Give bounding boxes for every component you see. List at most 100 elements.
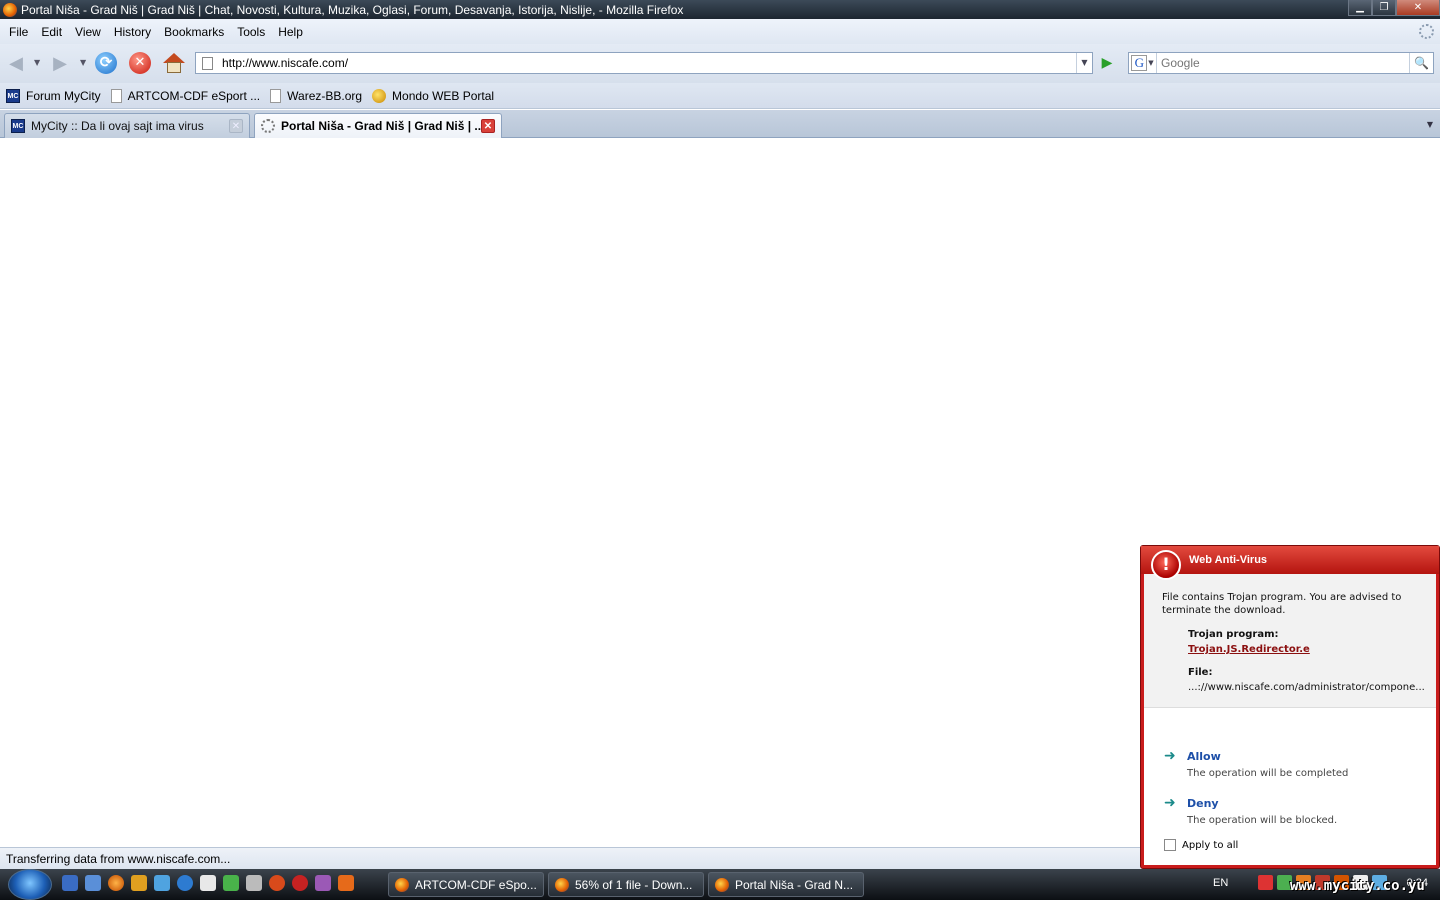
deny-button[interactable]: Deny — [1187, 797, 1337, 810]
mycity-icon: MC — [6, 88, 20, 103]
back-history-dropdown-icon[interactable]: ▼ — [34, 58, 40, 67]
menu-help[interactable]: Help — [272, 25, 309, 39]
loading-icon — [261, 119, 275, 133]
activity-throbber-icon — [1419, 24, 1434, 39]
firefox-icon — [555, 877, 569, 892]
browser-icon[interactable] — [269, 875, 285, 891]
trojan-label: Trojan program: — [1188, 629, 1279, 640]
language-indicator[interactable]: EN — [1213, 877, 1228, 889]
menu-bookmarks[interactable]: Bookmarks — [158, 25, 230, 39]
deny-description: The operation will be blocked. — [1187, 815, 1338, 826]
bookmark-forum-mycity[interactable]: MC Forum MyCity — [6, 88, 101, 103]
menu-history[interactable]: History — [108, 25, 157, 39]
firefox-icon — [395, 877, 409, 892]
stop-button[interactable]: ✕ — [128, 52, 152, 74]
firefox-icon — [715, 877, 729, 892]
contacts-icon[interactable] — [223, 875, 239, 891]
antivirus-body: File contains Trojan program. You are ad… — [1144, 574, 1436, 865]
menu-tools[interactable]: Tools — [231, 25, 271, 39]
show-desktop-icon[interactable] — [62, 875, 78, 891]
menu-bar: File Edit View History Bookmarks Tools H… — [0, 19, 1440, 44]
arrow-right-icon: ➜ — [1164, 795, 1176, 811]
maximize-button[interactable]: ❐ — [1372, 0, 1396, 16]
search-engine-selector[interactable]: G ▼ — [1129, 53, 1157, 73]
task-label: ARTCOM-CDF eSpo... — [415, 877, 537, 892]
window-title: Portal Niša - Grad Niš | Grad Niš | Chat… — [21, 2, 684, 17]
threat-details: Trojan program: Trojan.JS.Redirector.e F… — [1188, 627, 1436, 695]
apply-to-all-option[interactable]: Apply to all — [1164, 839, 1238, 851]
bookmark-label: Mondo WEB Portal — [392, 88, 495, 103]
messenger-icon[interactable] — [154, 875, 170, 891]
quick-launch — [62, 875, 354, 891]
home-button[interactable] — [162, 52, 186, 74]
search-input[interactable] — [1157, 56, 1409, 70]
bookmark-label: Warez-BB.org — [287, 88, 363, 103]
tab-portal-nisa[interactable]: Portal Niša - Grad Niš | Grad Niš | ... … — [254, 113, 502, 138]
chevron-down-icon: ▼ — [1148, 59, 1154, 67]
window-switcher-icon[interactable] — [85, 875, 101, 891]
winamp-icon[interactable] — [131, 875, 147, 891]
tab-list-dropdown-icon[interactable]: ▼ — [1420, 113, 1440, 137]
allow-button[interactable]: Allow — [1187, 750, 1348, 763]
media-icon[interactable] — [246, 875, 262, 891]
forward-history-dropdown-icon[interactable]: ▼ — [80, 58, 86, 67]
antivirus-title: Web Anti-Virus — [1189, 554, 1268, 566]
bookmark-label: ARTCOM-CDF eSport ... — [127, 88, 261, 103]
menu-edit[interactable]: Edit — [35, 25, 68, 39]
go-button[interactable]: ▶ — [1097, 54, 1117, 72]
tab-label: Portal Niša - Grad Niš | Grad Niš | ... — [281, 119, 481, 133]
opera-icon[interactable] — [292, 875, 308, 891]
url-text[interactable]: http://www.niscafe.com/ — [222, 56, 1076, 70]
start-button[interactable] — [8, 869, 52, 900]
reload-button[interactable]: ⟳ — [94, 52, 118, 74]
kaspersky-icon[interactable] — [1258, 875, 1273, 890]
allow-action[interactable]: ➜ Allow The operation will be completed — [1164, 748, 1348, 779]
back-button[interactable]: ◀ — [4, 52, 28, 74]
bookmark-artcom[interactable]: ARTCOM-CDF eSport ... — [110, 88, 261, 103]
taskbar-item-downloads[interactable]: 56% of 1 file - Down... — [548, 872, 704, 897]
close-window-button[interactable]: ✕ — [1396, 0, 1440, 16]
warning-icon: ! — [1151, 550, 1181, 580]
page-icon — [110, 88, 122, 103]
page-icon — [270, 88, 282, 103]
tab-strip: MC MyCity :: Da li ovaj sajt ima virus ✕… — [0, 110, 1440, 138]
page-icon — [202, 56, 213, 70]
apply-to-all-label: Apply to all — [1182, 839, 1239, 851]
menu-view[interactable]: View — [69, 25, 107, 39]
taskbar-item-artcom[interactable]: ARTCOM-CDF eSpo... — [388, 872, 544, 897]
taskbar-item-portal-nisa[interactable]: Portal Niša - Grad N... — [708, 872, 864, 897]
bookmark-mondo[interactable]: Mondo WEB Portal — [372, 88, 495, 103]
reload-icon: ⟳ — [95, 52, 117, 74]
search-icon[interactable]: 🔍 — [1409, 53, 1433, 73]
task-label: Portal Niša - Grad N... — [735, 877, 854, 892]
url-dropdown-icon[interactable]: ▼ — [1076, 53, 1092, 73]
stop-icon: ✕ — [129, 52, 151, 74]
app-icon[interactable] — [315, 875, 331, 891]
task-label: 56% of 1 file - Down... — [575, 877, 693, 892]
tab-close-icon[interactable]: ✕ — [481, 119, 495, 133]
watermark-text: www.mycity.co.yu — [1290, 878, 1425, 894]
trojan-name-link[interactable]: Trojan.JS.Redirector.e — [1188, 642, 1436, 657]
status-text: Transferring data from www.niscafe.com..… — [6, 851, 231, 866]
minimize-button[interactable]: ▁ — [1348, 0, 1372, 16]
file-label: File: — [1188, 667, 1213, 678]
address-bar[interactable]: http://www.niscafe.com/ ▼ — [195, 52, 1093, 74]
network-icon[interactable] — [177, 875, 193, 891]
menu-file[interactable]: File — [3, 25, 34, 39]
apply-to-all-checkbox[interactable] — [1164, 839, 1176, 851]
antivirus-alert-popup: ! Web Anti-Virus File contains Trojan pr… — [1140, 545, 1440, 869]
title-bar: Portal Niša - Grad Niš | Grad Niš | Chat… — [0, 0, 1440, 19]
tab-close-icon[interactable]: ✕ — [229, 119, 243, 133]
firefox-icon[interactable] — [108, 875, 124, 891]
arrow-right-icon: ➜ — [1164, 748, 1176, 764]
google-icon: G — [1131, 55, 1148, 71]
firefox-icon — [3, 2, 17, 17]
tab-mycity[interactable]: MC MyCity :: Da li ovaj sajt ima virus ✕ — [4, 113, 250, 138]
download-icon[interactable] — [338, 875, 354, 891]
threat-message: File contains Trojan program. You are ad… — [1162, 592, 1402, 616]
deny-action[interactable]: ➜ Deny The operation will be blocked. — [1164, 795, 1338, 826]
forward-button[interactable]: ▶ — [48, 52, 72, 74]
antivirus-header: ! Web Anti-Virus — [1141, 546, 1439, 580]
bookmark-warez-bb[interactable]: Warez-BB.org — [270, 88, 363, 103]
document-icon[interactable] — [200, 875, 216, 891]
